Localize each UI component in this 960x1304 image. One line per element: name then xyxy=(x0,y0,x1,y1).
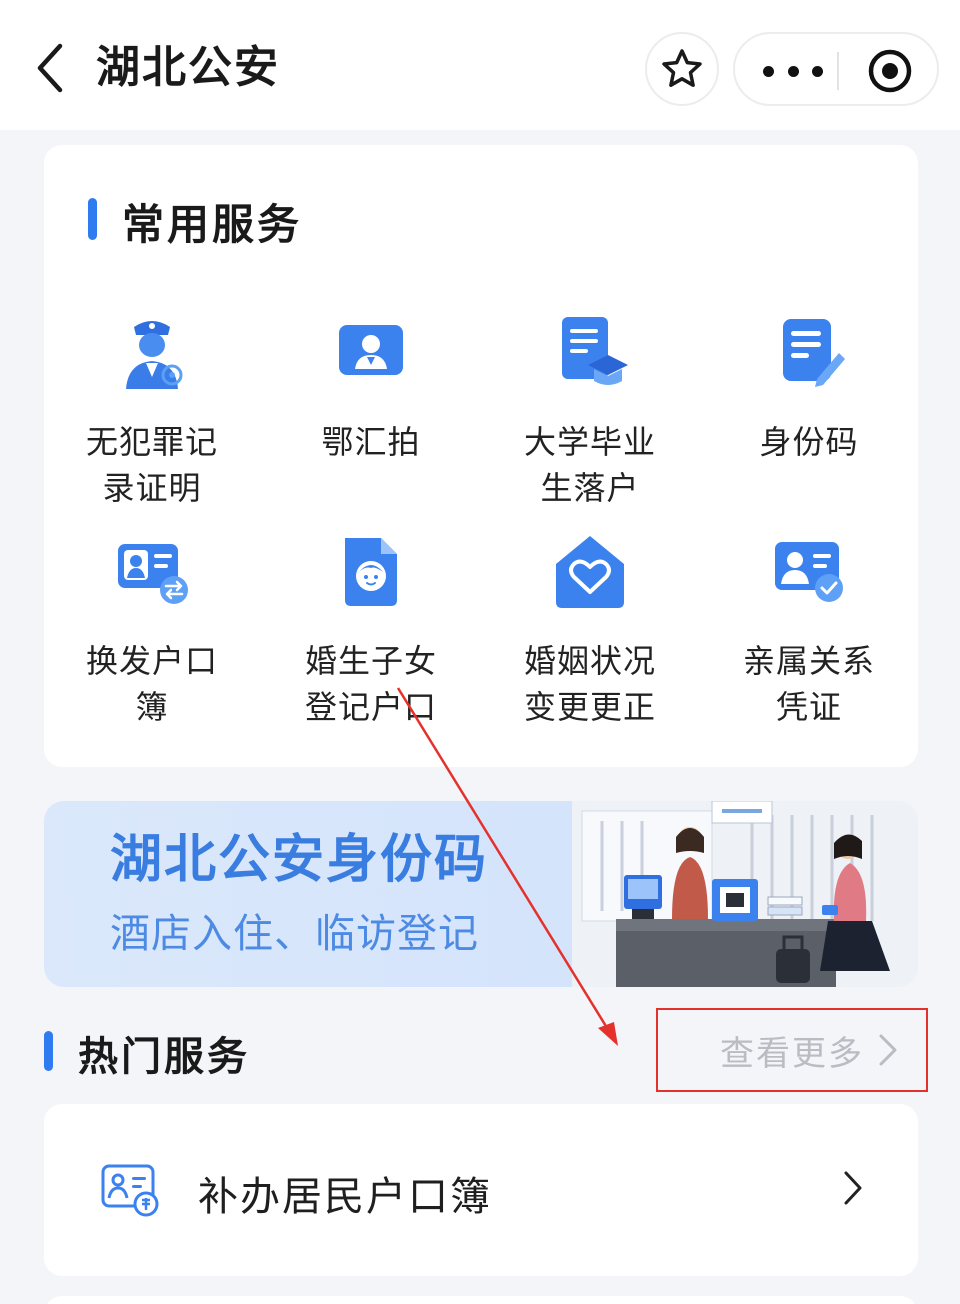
page-title: 湖北公安 xyxy=(96,42,280,93)
banner-title: 湖北公安身份码 xyxy=(110,830,489,890)
close-target-icon[interactable] xyxy=(866,47,914,95)
section-title-hot: 热门服务 xyxy=(78,1034,250,1080)
chevron-right-icon xyxy=(844,1171,862,1205)
service-label: 大学毕业 生落户 xyxy=(523,423,656,507)
id-photo-icon xyxy=(331,313,411,393)
section-accent-bar xyxy=(44,1031,53,1071)
heart-house-icon xyxy=(550,532,630,612)
graduation-document-icon xyxy=(550,313,630,393)
service-label: 身份码 xyxy=(759,423,859,461)
common-services-card: 常用服务 无犯罪记 录证明 鄂汇拍 大学毕业 生落户 身份码 换发户口 簿 婚生… xyxy=(44,145,918,767)
star-icon xyxy=(662,49,702,87)
service-renew-hukou-book[interactable]: 换发户口簿 xyxy=(67,532,237,730)
banner-subtitle: 酒店入住、临访登记 xyxy=(110,911,479,957)
view-more-label: 查看更多 xyxy=(720,1033,864,1074)
service-label: 婚姻状况 变更更正 xyxy=(523,642,656,726)
service-counter-illustration xyxy=(572,801,918,987)
service-graduate-settlement[interactable]: 大学毕业 生落户 xyxy=(505,313,675,511)
service-marital-status-change[interactable]: 婚姻状况 变更更正 xyxy=(505,532,675,730)
relatives-verified-icon xyxy=(769,532,849,612)
service-child-registration[interactable]: 婚生子女 登记户口 xyxy=(286,532,456,730)
section-title-common: 常用服务 xyxy=(122,200,303,249)
service-label: 换发户口簿 xyxy=(85,642,218,726)
edit-document-icon xyxy=(769,313,849,393)
top-nav-bar: 湖北公安 xyxy=(0,0,960,130)
chevron-right-icon xyxy=(879,1034,897,1066)
section-accent-bar xyxy=(88,198,97,240)
service-e-hui-pai[interactable]: 鄂汇拍 xyxy=(286,313,456,465)
favorite-button[interactable] xyxy=(645,32,719,106)
service-relatives-certificate[interactable]: 亲属关系 凭证 xyxy=(724,532,894,730)
view-more-link[interactable]: 查看更多 xyxy=(656,1008,928,1092)
miniprogram-capsule xyxy=(733,32,939,106)
id-card-exchange-icon xyxy=(112,532,192,612)
service-label: 婚生子女 登记户口 xyxy=(304,642,437,726)
household-register-icon xyxy=(100,1162,160,1218)
baby-document-icon xyxy=(331,532,411,612)
service-label: 鄂汇拍 xyxy=(321,423,421,461)
police-officer-icon xyxy=(112,313,192,393)
service-identity-code[interactable]: 身份码 xyxy=(724,313,894,465)
service-label: 亲属关系 凭证 xyxy=(742,642,875,726)
service-no-criminal-record[interactable]: 无犯罪记 录证明 xyxy=(67,313,237,511)
more-options-icon[interactable] xyxy=(763,56,823,86)
hot-service-item[interactable]: 补办居民户口簿 xyxy=(44,1104,918,1276)
capsule-divider xyxy=(837,52,839,90)
back-icon[interactable] xyxy=(28,40,76,96)
service-label: 无犯罪记 录证明 xyxy=(85,423,218,507)
hot-service-label: 补办居民户口簿 xyxy=(198,1174,492,1220)
hot-service-item-next[interactable] xyxy=(44,1296,918,1304)
identity-code-banner[interactable]: 湖北公安身份码 酒店入住、临访登记 xyxy=(44,801,918,987)
